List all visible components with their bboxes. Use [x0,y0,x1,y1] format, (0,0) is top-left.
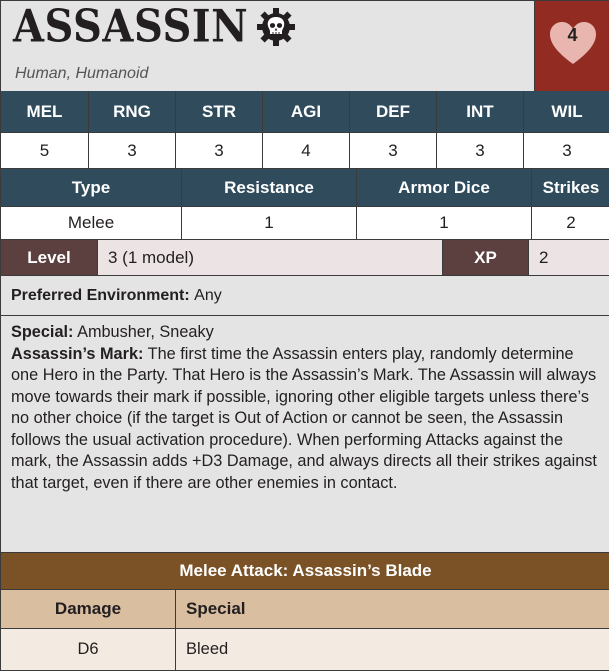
level-row: Level 3 (1 model) XP 2 [1,240,609,276]
stat-label: WIL [523,91,609,132]
xp-value: 2 [528,240,609,275]
stat-value: 5 [39,140,50,160]
xp-label: XP [442,240,528,275]
attack-special-value: Bleed [175,629,609,670]
info-header-row: Type Resistance Armor Dice Strikes [1,169,609,207]
stat-label: MEL [26,101,63,121]
damage-value: D6 [77,640,99,658]
stat-value-row: 5 3 3 4 3 3 3 [1,133,609,169]
special-rules: Special: Ambusher, Sneaky Assassin’s Mar… [1,316,609,553]
stat-header-row: MEL RNG STR AGI DEF INT WIL [1,91,609,133]
stat-label: RNG [88,91,175,132]
attack-special-label: Special [175,590,609,628]
assassins-mark-text: The first time the Assassin enters play,… [11,344,597,492]
damage-label: Damage [54,599,122,618]
info-value-row: Melee 1 1 2 [1,207,609,240]
preferred-environment: Preferred Environment: Any [1,276,609,316]
armor-dice-value: 1 [356,207,531,239]
level-label: Level [1,240,97,275]
special-value: Ambusher, Sneaky [77,323,214,341]
assassins-mark-label: Assassin’s Mark: [11,344,144,363]
stat-value: 4 [262,133,349,168]
stat-label: STR [175,91,262,132]
resistance-value: 1 [181,207,356,239]
health-value: 4 [567,25,578,45]
attack-title: Melee Attack: Assassin’s Blade [179,561,432,580]
monster-traits: Human, Humanoid [15,65,149,82]
card-header: ASSASSIN Human, Humanoid 4 [1,1,609,92]
monster-card: ASSASSIN Human, Humanoid 4 MEL RNG STR A… [0,0,609,671]
stat-value: 3 [349,133,436,168]
stat-label: DEF [349,91,436,132]
stat-value: 3 [88,133,175,168]
skull-gear-icon [257,8,296,46]
special-line: Special: Ambusher, Sneaky [11,322,600,344]
type-label: Type [71,177,111,197]
preferred-environment-label: Preferred Environment: [11,286,190,304]
type-value: Melee [67,213,115,232]
resistance-label: Resistance [181,169,356,206]
assassins-mark: Assassin’s Mark: The first time the Assa… [11,344,600,495]
damage-value-row: D6 Bleed [1,629,609,670]
damage-header-row: Damage Special [1,590,609,629]
stat-value: 3 [436,133,523,168]
stat-value: 3 [523,133,609,168]
title-group: ASSASSIN [13,0,296,53]
special-label: Special: [11,323,74,341]
attack-header: Melee Attack: Assassin’s Blade [1,553,609,590]
stat-label: AGI [262,91,349,132]
stat-label: INT [436,91,523,132]
strikes-label: Strikes [531,169,609,206]
strikes-value: 2 [531,207,609,239]
health-box: 4 [534,1,609,91]
preferred-environment-value: Any [194,286,222,304]
stat-value: 3 [175,133,262,168]
level-value: 3 (1 model) [97,240,442,275]
armor-dice-label: Armor Dice [356,169,531,206]
monster-name: ASSASSIN [13,0,249,53]
